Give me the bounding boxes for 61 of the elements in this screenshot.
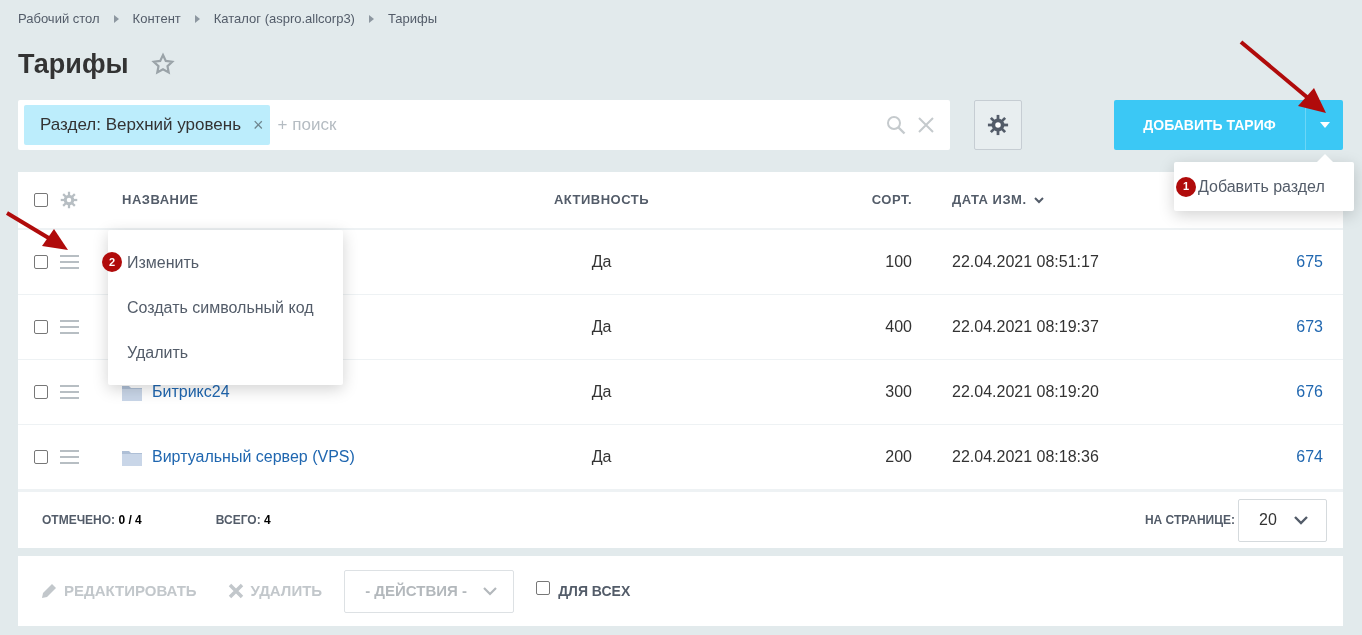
filter-chip[interactable]: Раздел: Верхний уровень × <box>24 105 270 145</box>
breadcrumb-separator-icon <box>113 15 119 23</box>
row-checkbox[interactable] <box>34 255 48 269</box>
table-cell-text: 100 <box>884 252 913 272</box>
menu-item[interactable]: Создать символьный код <box>108 285 343 330</box>
number-badge: 2 <box>102 252 122 272</box>
id-link[interactable]: 675 <box>1296 253 1323 270</box>
item-link[interactable]: Виртуальный сервер (VPS) <box>152 445 355 469</box>
menu-item[interactable]: Удалить <box>108 330 343 375</box>
row-checkbox[interactable] <box>34 385 48 399</box>
breadcrumb-separator-icon <box>368 15 374 23</box>
table-cell-text: Да <box>591 383 613 400</box>
table-cell-text: 22.04.2021 08:18:36 <box>951 447 1100 467</box>
row-checkbox[interactable] <box>34 320 48 334</box>
breadcrumb-separator-icon <box>194 15 200 23</box>
table-cell-text: 22.04.2021 08:19:20 <box>951 382 1100 402</box>
pencil-icon <box>40 582 58 600</box>
star-icon[interactable] <box>150 52 175 76</box>
column-header[interactable]: СОРТ. <box>871 190 912 210</box>
table-cell-text: 400 <box>884 317 913 337</box>
settings-button[interactable] <box>974 100 1022 150</box>
table-cell-text: Да <box>591 253 613 270</box>
gear-icon <box>987 114 1009 136</box>
chip-remove-button[interactable]: × <box>253 111 264 139</box>
annotation-arrow <box>5 211 68 250</box>
chevron-down-icon <box>483 586 498 596</box>
table-cell-text: 300 <box>884 382 913 402</box>
table-cell-text: Да <box>591 448 613 465</box>
filter-chip-label: Раздел: Верхний уровень <box>40 114 242 137</box>
column-header[interactable]: АКТИВНОСТЬ <box>553 190 650 210</box>
menu-item[interactable]: 1 Добавить раздел <box>1174 164 1354 209</box>
breadcrumb-link[interactable]: Каталог (aspro.allcorp3) <box>213 9 355 29</box>
caret-icon <box>1319 122 1330 128</box>
table-cell-text: Да <box>591 318 613 335</box>
breadcrumb-link[interactable]: Тарифы <box>387 9 438 29</box>
folder-icon <box>122 383 142 401</box>
checkbox-label: ДЛЯ ВСЕХ <box>558 581 631 601</box>
chevron-down-icon <box>1294 515 1308 525</box>
table-cell-text: 200 <box>884 447 913 467</box>
id-link[interactable]: 676 <box>1296 383 1323 400</box>
breadcrumb-link[interactable]: Рабочий стол <box>18 9 100 29</box>
for-all-checkbox[interactable] <box>536 581 551 595</box>
id-link[interactable]: 673 <box>1296 318 1323 335</box>
chevron-down-icon <box>1033 196 1044 204</box>
number-badge: 1 <box>1176 176 1196 197</box>
folder-icon <box>122 448 142 466</box>
total-count: ВСЕГО: 4 <box>215 512 271 529</box>
cross-icon <box>226 582 245 600</box>
per-page-label: НА СТРАНИЦЕ: <box>1144 512 1235 529</box>
table-cell-text: 22.04.2021 08:51:17 <box>951 252 1100 272</box>
column-header[interactable]: ДАТА ИЗМ. <box>952 190 1044 210</box>
breadcrumb-link[interactable]: Контент <box>132 9 181 29</box>
selected-count: ОТМЕЧЕНО: 0 / 4 <box>42 512 142 529</box>
row-checkbox[interactable] <box>34 450 48 464</box>
column-header[interactable]: НАЗВАНИЕ <box>122 190 199 210</box>
page-title: Тарифы <box>18 47 129 81</box>
id-link[interactable]: 674 <box>1296 448 1323 465</box>
table-cell-text: 22.04.2021 08:19:37 <box>951 317 1100 337</box>
search-field[interactable]: Раздел: Верхний уровень × + поиск <box>18 100 950 150</box>
select-all-checkbox[interactable] <box>34 193 48 207</box>
per-page-select[interactable]: 20 <box>1238 498 1327 542</box>
